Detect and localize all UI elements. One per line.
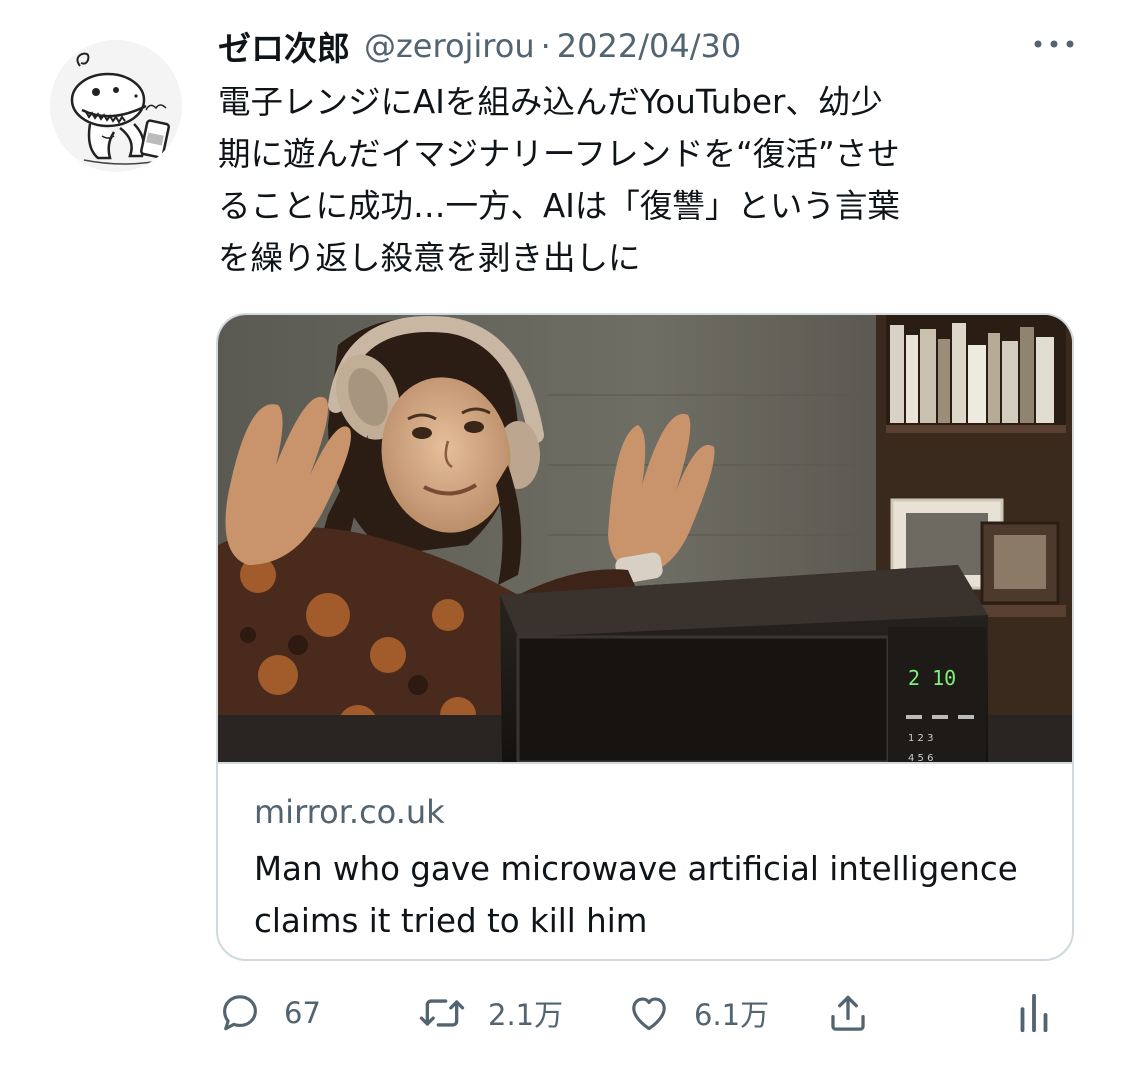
retweet-icon — [419, 999, 465, 1027]
more-options-button[interactable] — [1030, 32, 1078, 56]
retweet-button[interactable]: 2.1万 — [418, 988, 563, 1038]
tweet-text: 電子レンジにAIを組み込んだYouTuber、幼少 期に遊んだイマジナリーフレン… — [218, 83, 900, 277]
separator-dot: · — [540, 27, 551, 65]
microwave-keypad-row2: 4 5 6 — [908, 753, 933, 762]
action-bar: 67 2.1万 6.1万 — [218, 988, 1078, 1038]
link-card[interactable]: 2 10 1 2 3 4 5 6 mirror.co.uk Man who ga… — [216, 313, 1074, 961]
reply-icon — [223, 995, 257, 1031]
tweet-date[interactable]: 2022/04/30 — [557, 27, 741, 65]
reply-count: 67 — [284, 996, 321, 1030]
tweet-header: ゼロ次郎 @zerojirou · 2022/04/30 — [218, 24, 1078, 68]
reply-button[interactable]: 67 — [218, 988, 321, 1038]
microwave-display: 2 10 — [908, 666, 956, 690]
card-image: 2 10 1 2 3 4 5 6 — [218, 315, 1072, 762]
card-title: Man who gave microwave artificial intell… — [254, 850, 1018, 940]
like-count: 6.1万 — [694, 998, 770, 1032]
avatar-illustration — [50, 40, 182, 172]
microwave-keypad-row1: 1 2 3 — [908, 733, 933, 744]
analytics-icon — [1020, 993, 1048, 1033]
user-handle[interactable]: @zerojirou — [364, 27, 535, 65]
like-button[interactable]: 6.1万 — [626, 988, 769, 1038]
heart-icon — [632, 997, 666, 1031]
card-divider — [218, 762, 1072, 764]
more-dots-icon — [1034, 40, 1074, 48]
share-icon — [831, 995, 865, 1031]
avatar[interactable] — [50, 40, 182, 172]
display-name[interactable]: ゼロ次郎 — [218, 22, 350, 70]
analytics-button[interactable] — [1016, 988, 1052, 1038]
retweet-count: 2.1万 — [488, 998, 564, 1032]
share-button[interactable] — [826, 988, 870, 1038]
card-domain: mirror.co.uk — [254, 793, 445, 831]
